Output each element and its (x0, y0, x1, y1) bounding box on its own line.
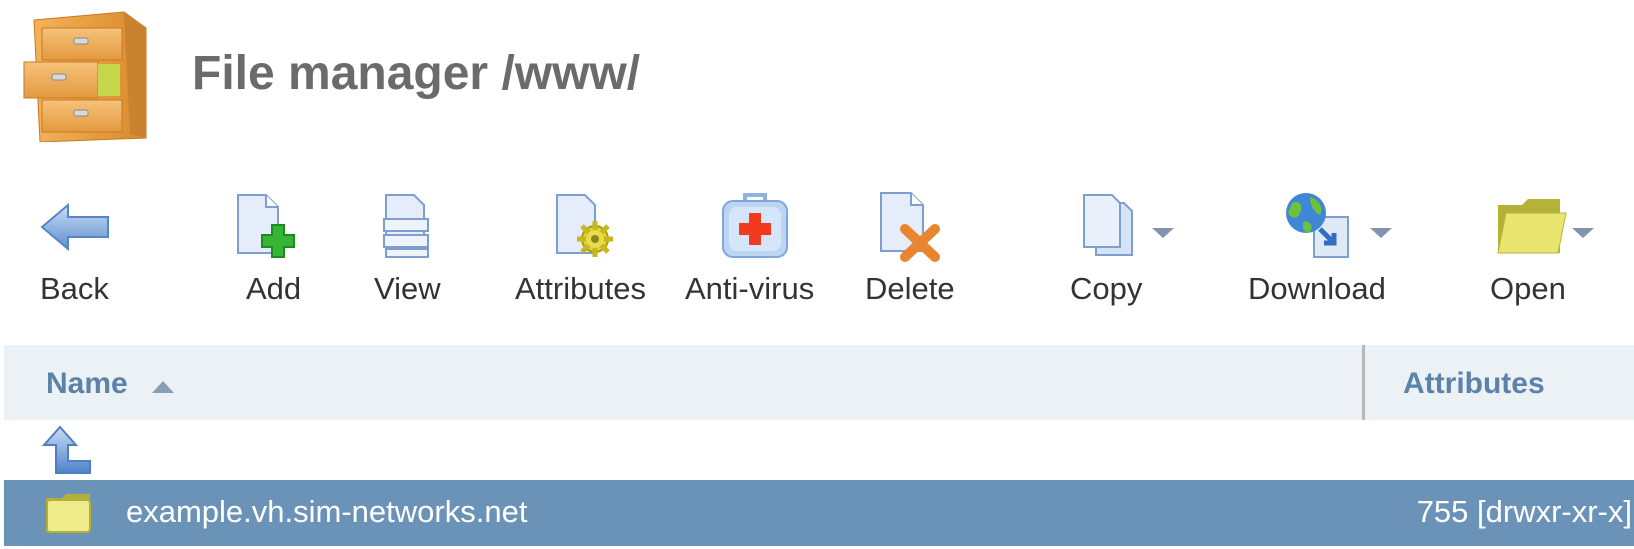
delete-file-icon (880, 192, 940, 262)
delete-button[interactable]: Delete (865, 185, 965, 315)
file-cabinet-icon (23, 11, 147, 142)
column-header-name[interactable]: Name (46, 367, 128, 401)
add-button[interactable]: Add (230, 185, 310, 315)
open-label: Open (1490, 271, 1566, 306)
view-file-icon (383, 194, 429, 258)
toolbar: Back Add View Attributes Anti-virus Dele… (0, 185, 1634, 315)
page-header: File manager /www/ (0, 0, 1634, 150)
file-attributes-icon (556, 194, 613, 257)
copy-dropdown-icon[interactable] (1152, 228, 1174, 238)
table-row-parent-directory[interactable] (4, 420, 1634, 480)
view-label: View (374, 271, 441, 306)
view-button[interactable]: View (374, 185, 460, 315)
open-folder-icon (1497, 199, 1567, 254)
file-name: example.vh.sim-networks.net (126, 494, 528, 529)
column-resize-handle[interactable] (1362, 345, 1365, 420)
back-arrow-icon (40, 202, 109, 252)
open-dropdown-icon[interactable] (1572, 228, 1594, 238)
sort-ascending-icon (152, 381, 174, 393)
first-aid-kit-icon (722, 193, 788, 258)
table-header: Name Attributes (4, 345, 1634, 420)
up-directory-icon (41, 425, 91, 474)
download-label: Download (1248, 271, 1386, 306)
column-header-attributes[interactable]: Attributes (1403, 367, 1545, 401)
open-button[interactable]: Open (1490, 185, 1600, 315)
copy-label: Copy (1070, 271, 1143, 306)
back-label: Back (40, 271, 109, 306)
download-button[interactable]: Download (1248, 185, 1408, 315)
table-row[interactable]: example.vh.sim-networks.net 755 [drwxr-x… (4, 480, 1634, 546)
download-dropdown-icon[interactable] (1370, 228, 1392, 238)
attributes-label: Attributes (515, 271, 646, 306)
add-label: Add (246, 271, 302, 306)
add-file-icon (237, 194, 295, 258)
globe-download-icon (1286, 193, 1349, 258)
copy-icon (1083, 194, 1133, 256)
delete-label: Delete (865, 271, 955, 306)
file-attributes: 755 [drwxr-xr-x] (1416, 494, 1632, 529)
page-title: File manager /www/ (192, 47, 641, 100)
attributes-button[interactable]: Attributes (515, 185, 655, 315)
antivirus-label: Anti-virus (685, 271, 815, 306)
back-button[interactable]: Back (30, 185, 130, 315)
antivirus-button[interactable]: Anti-virus (685, 185, 825, 315)
folder-icon (46, 494, 91, 533)
copy-button[interactable]: Copy (1070, 185, 1190, 315)
